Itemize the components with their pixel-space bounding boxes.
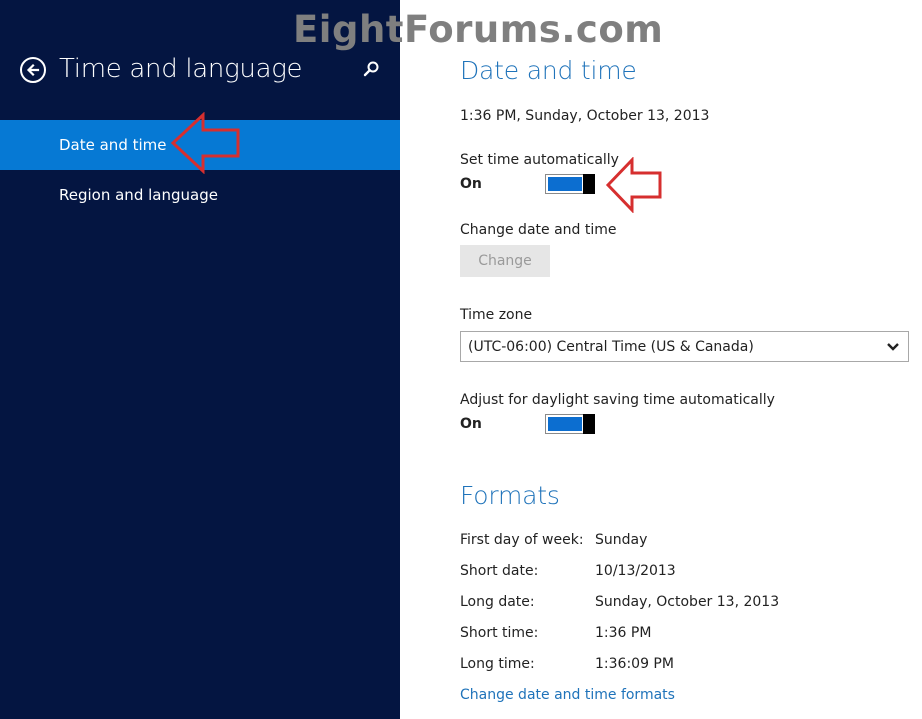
format-label: Short date: <box>460 563 539 579</box>
sidebar: Time and language Date and time Region a… <box>0 0 400 719</box>
sidebar-item-label: Date and time <box>59 136 167 154</box>
chevron-down-icon <box>887 343 899 351</box>
main-panel: Date and time 1:36 PM, Sunday, October 1… <box>400 0 922 719</box>
sidebar-item-region-and-language[interactable]: Region and language <box>0 170 400 220</box>
daylight-state: On <box>460 416 482 432</box>
toggle-thumb <box>583 414 595 434</box>
set-time-auto-label: Set time automatically <box>460 152 619 168</box>
watermark: EightForums.com <box>293 8 664 51</box>
toggle-thumb <box>583 174 595 194</box>
format-label: Long date: <box>460 594 535 610</box>
format-label: Short time: <box>460 625 539 641</box>
sidebar-header: Time and language <box>0 50 400 94</box>
daylight-label: Adjust for daylight saving time automati… <box>460 392 775 408</box>
format-label: First day of week: <box>460 532 584 548</box>
search-icon[interactable] <box>362 60 380 78</box>
set-time-auto-state: On <box>460 176 482 192</box>
format-value: 1:36:09 PM <box>595 656 674 672</box>
change-date-time-label: Change date and time <box>460 222 617 238</box>
change-button[interactable]: Change <box>460 245 550 277</box>
time-zone-value: (UTC-06:00) Central Time (US & Canada) <box>468 339 754 355</box>
back-arrow-icon <box>26 63 40 77</box>
back-button[interactable] <box>20 57 46 83</box>
sidebar-item-label: Region and language <box>59 186 218 204</box>
daylight-toggle[interactable] <box>545 414 595 434</box>
time-zone-label: Time zone <box>460 307 533 323</box>
format-value: Sunday <box>595 532 648 548</box>
format-value: 1:36 PM <box>595 625 652 641</box>
format-label: Long time: <box>460 656 535 672</box>
format-value: Sunday, October 13, 2013 <box>595 594 780 610</box>
toggle-fill <box>548 177 582 191</box>
set-time-auto-toggle[interactable] <box>545 174 595 194</box>
toggle-fill <box>548 417 582 431</box>
format-value: 10/13/2013 <box>595 563 676 579</box>
current-datetime: 1:36 PM, Sunday, October 13, 2013 <box>460 108 710 124</box>
page-title: Time and language <box>59 54 303 84</box>
time-zone-select[interactable]: (UTC-06:00) Central Time (US & Canada) <box>460 331 909 362</box>
section-heading-date-and-time: Date and time <box>460 56 637 85</box>
section-heading-formats: Formats <box>460 481 560 510</box>
change-formats-link[interactable]: Change date and time formats <box>460 687 675 703</box>
annotation-arrow-icon <box>170 112 240 174</box>
